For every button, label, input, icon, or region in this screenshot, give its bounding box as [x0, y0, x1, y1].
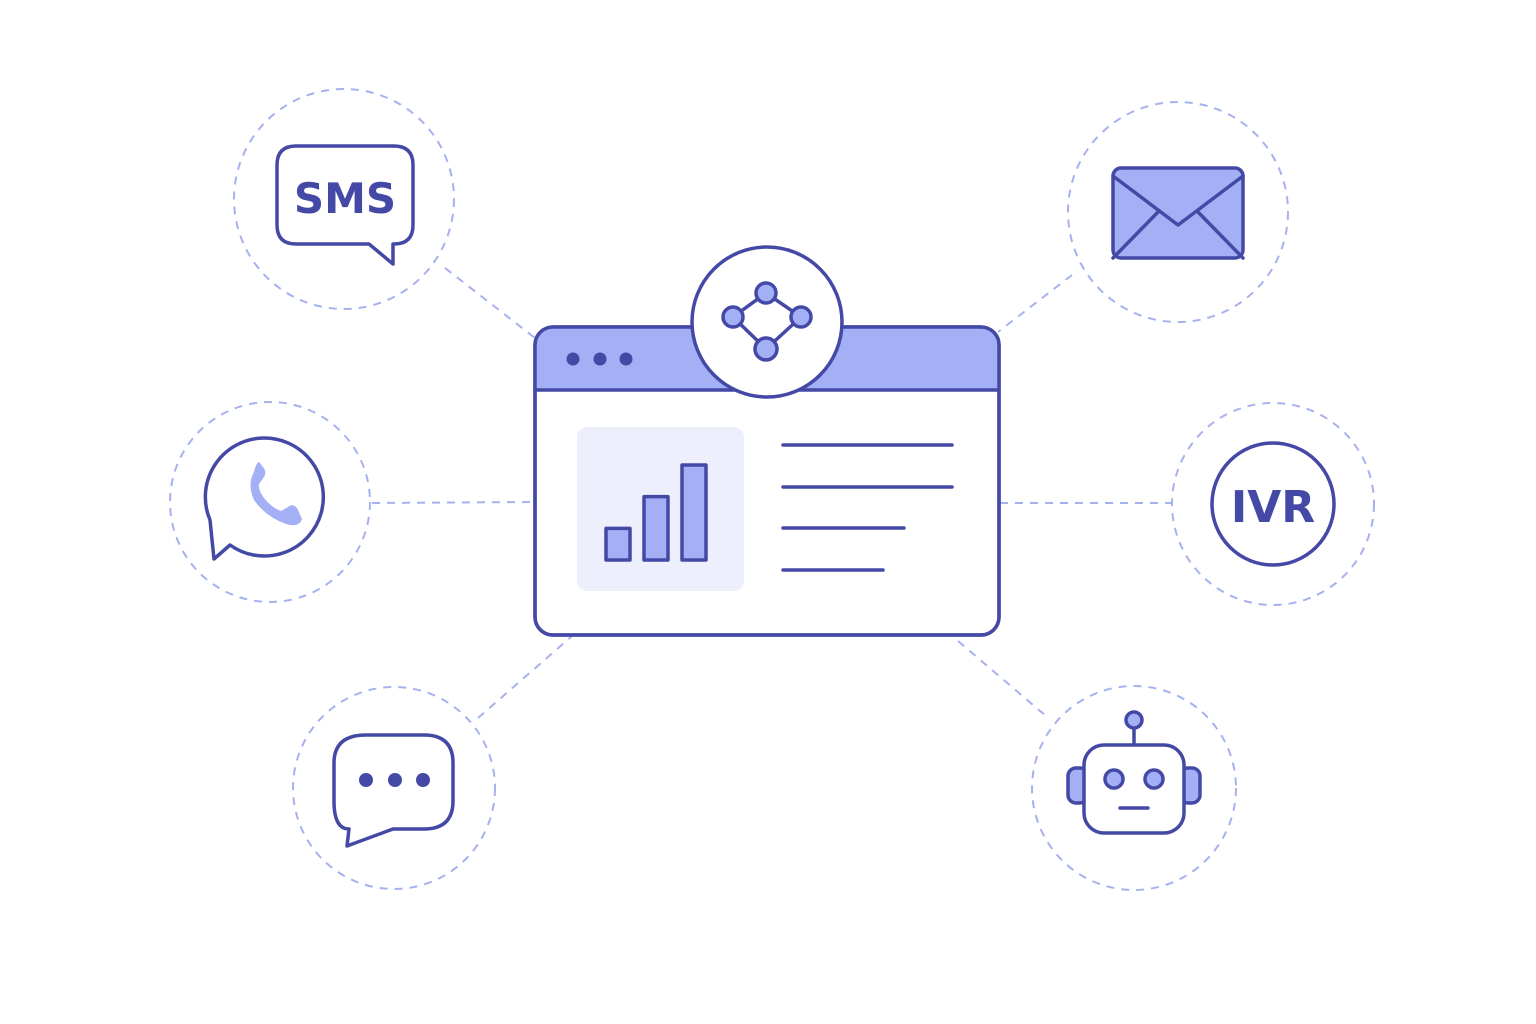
window-dot-icon — [593, 352, 607, 366]
chat-dot — [359, 773, 373, 787]
omnichannel-diagram: SMS IVR — [0, 0, 1536, 1024]
whatsapp-phone-icon — [203, 436, 326, 561]
chart-bar — [604, 526, 632, 562]
channel-node-whatsapp — [169, 401, 371, 603]
connector-chat — [477, 635, 573, 719]
chat-bubble-dots-icon — [332, 733, 455, 848]
sms-label: SMS — [294, 174, 396, 223]
chat-dot — [416, 773, 430, 787]
chat-dot — [388, 773, 402, 787]
envelope-icon — [1111, 166, 1245, 260]
chart-bar — [680, 463, 708, 562]
ivr-label: IVR — [1231, 482, 1315, 533]
connector-email — [997, 274, 1073, 333]
connector-whatsapp — [371, 501, 536, 504]
channel-node-chat — [292, 686, 496, 890]
central-hub-window — [533, 245, 1001, 637]
channel-node-bot — [1031, 685, 1237, 891]
window-dot-icon — [619, 352, 633, 366]
connector-sms — [444, 267, 536, 339]
window-dot-icon — [566, 352, 580, 366]
channel-node-sms: SMS — [233, 88, 455, 310]
channel-node-email — [1067, 101, 1289, 323]
connector-bot — [957, 640, 1047, 717]
diagram-canvas: SMS IVR — [169, 88, 1375, 891]
network-badge — [690, 245, 844, 399]
chart-bar — [642, 494, 670, 562]
window-controls — [566, 352, 633, 366]
channel-node-ivr: IVR — [1171, 402, 1375, 606]
